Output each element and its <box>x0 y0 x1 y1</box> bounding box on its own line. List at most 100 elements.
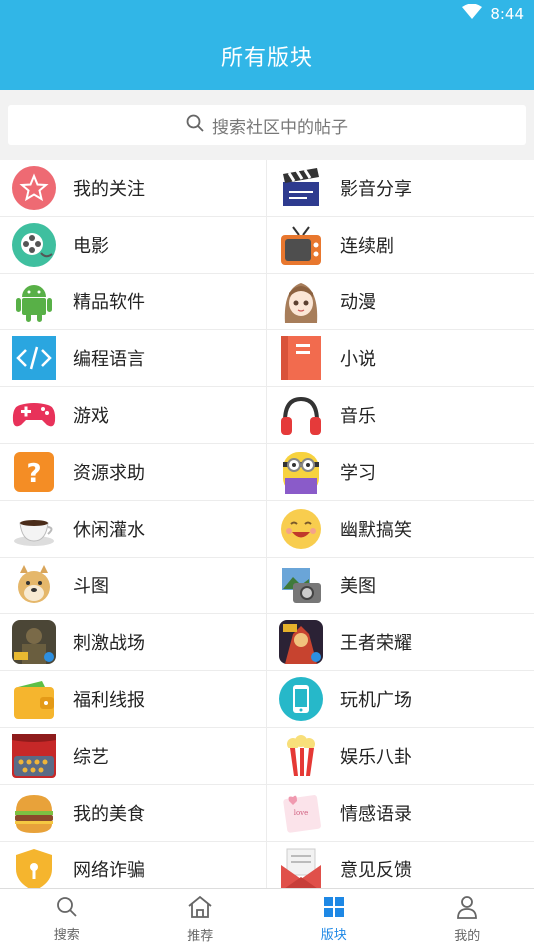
tab-boards[interactable]: 版块 <box>267 889 401 949</box>
android-icon <box>11 278 57 324</box>
tab-label: 我的 <box>454 928 481 944</box>
tab-label: 版块 <box>320 927 347 943</box>
question-icon: ? <box>11 449 57 495</box>
grid-icon <box>323 896 345 922</box>
search-input[interactable]: 搜索社区中的帖子 <box>8 105 526 145</box>
board-label: 幽默搞笑 <box>340 519 412 541</box>
board-label: 休闲灌水 <box>73 519 145 541</box>
board-label: 学习 <box>340 462 376 484</box>
board-item[interactable]: 意见反馈 <box>267 842 534 888</box>
board-label: 编程语言 <box>73 349 145 371</box>
love-note-icon: love <box>278 790 324 836</box>
board-label: 刺激战场 <box>73 633 145 655</box>
bottom-tab-bar: 搜索 推荐 版块 我的 <box>0 888 534 949</box>
phone-icon <box>278 676 324 722</box>
burger-icon <box>11 790 57 836</box>
board-row: 编程语言 小说 <box>0 330 534 388</box>
board-item[interactable]: 王者荣耀 <box>267 614 534 670</box>
tab-label: 搜索 <box>53 927 80 943</box>
svg-text:love: love <box>294 809 309 817</box>
board-item[interactable]: 游戏 <box>0 387 267 443</box>
board-item[interactable]: 学习 <box>267 444 534 500</box>
status-bar: 8:44 <box>462 3 524 24</box>
board-item[interactable]: 电影 <box>0 216 267 273</box>
board-label: 连续剧 <box>340 235 394 257</box>
board-row: 福利线报 玩机广场 <box>0 671 534 728</box>
search-placeholder: 搜索社区中的帖子 <box>212 117 348 138</box>
board-label: 美图 <box>340 576 376 598</box>
board-item[interactable]: 我的美食 <box>0 784 267 841</box>
svg-text:?: ? <box>26 459 41 489</box>
tab-search[interactable]: 搜索 <box>0 889 134 949</box>
pubg-icon <box>11 619 57 665</box>
board-row: 我的关注 影音分享 <box>0 160 534 217</box>
board-label: 我的关注 <box>73 178 145 200</box>
photos-camera-icon <box>278 562 324 608</box>
star-icon <box>11 165 57 211</box>
search-area: 搜索社区中的帖子 <box>0 90 534 160</box>
board-item[interactable]: 斗图 <box>0 557 267 614</box>
anime-girl-icon <box>278 278 324 324</box>
board-label: 动漫 <box>340 292 376 314</box>
board-label: 我的美食 <box>73 803 145 825</box>
search-icon <box>56 896 78 922</box>
home-icon <box>187 895 213 923</box>
board-row: 斗图 美图 <box>0 557 534 615</box>
board-item[interactable]: 美图 <box>267 558 534 614</box>
board-item[interactable]: love 情感语录 <box>267 785 534 841</box>
board-label: 精品软件 <box>73 292 145 314</box>
film-reel-icon <box>11 222 57 268</box>
board-row: 综艺 娱乐八卦 <box>0 727 534 785</box>
doge-icon <box>11 562 57 608</box>
board-label: 综艺 <box>73 746 109 768</box>
board-item[interactable]: 玩机广场 <box>267 671 534 727</box>
board-row: 游戏 音乐 <box>0 387 534 444</box>
board-item[interactable]: 幽默搞笑 <box>267 501 534 557</box>
board-item[interactable]: 音乐 <box>267 387 534 443</box>
board-item[interactable]: 连续剧 <box>267 217 534 273</box>
board-item[interactable]: 网络诈骗 <box>0 841 267 888</box>
board-item[interactable]: 影音分享 <box>267 160 534 216</box>
board-label: 王者荣耀 <box>340 633 412 655</box>
stage-icon <box>11 733 57 779</box>
tab-recommend[interactable]: 推荐 <box>134 889 268 949</box>
top-bar: 8:44 所有版块 <box>0 0 534 90</box>
board-item[interactable]: 小说 <box>267 330 534 386</box>
board-item[interactable]: 刺激战场 <box>0 614 267 671</box>
board-label: 资源求助 <box>73 462 145 484</box>
user-icon <box>456 895 478 923</box>
board-label: 电影 <box>73 235 109 257</box>
book-icon <box>278 335 324 381</box>
clock: 8:44 <box>490 5 524 23</box>
board-label: 斗图 <box>73 576 109 598</box>
board-row: 刺激战场 王者荣耀 <box>0 614 534 672</box>
clapperboard-icon <box>278 165 324 211</box>
search-icon <box>186 114 204 137</box>
board-label: 玩机广场 <box>340 690 412 712</box>
wifi-icon <box>462 3 483 24</box>
board-row: 精品软件 动漫 <box>0 273 534 331</box>
code-icon <box>11 335 57 381</box>
board-item[interactable]: 我的关注 <box>0 160 267 216</box>
envelope-icon <box>278 846 324 888</box>
board-item[interactable]: 精品软件 <box>0 273 267 330</box>
popcorn-icon <box>278 733 324 779</box>
board-row: 网络诈骗 意见反馈 <box>0 841 534 888</box>
gamepad-icon <box>11 392 57 438</box>
board-label: 意见反馈 <box>340 860 412 882</box>
board-row: 休闲灌水 幽默搞笑 <box>0 500 534 558</box>
board-grid: 我的关注 影音分享 电影 连续剧 精品软件 动漫 编程语言 小说 游戏 音乐 ?… <box>0 160 534 888</box>
board-item[interactable]: 福利线报 <box>0 671 267 727</box>
board-item[interactable]: 娱乐八卦 <box>267 728 534 784</box>
shield-icon <box>11 846 57 888</box>
board-item[interactable]: 休闲灌水 <box>0 500 267 557</box>
tab-me[interactable]: 我的 <box>401 889 534 949</box>
board-item[interactable]: 综艺 <box>0 727 267 784</box>
board-label: 福利线报 <box>73 690 145 712</box>
board-label: 情感语录 <box>340 803 412 825</box>
board-item[interactable]: 动漫 <box>267 274 534 330</box>
tv-icon <box>278 222 324 268</box>
board-item[interactable]: ? 资源求助 <box>0 443 267 500</box>
board-item[interactable]: 编程语言 <box>0 330 267 387</box>
board-label: 游戏 <box>73 406 109 428</box>
